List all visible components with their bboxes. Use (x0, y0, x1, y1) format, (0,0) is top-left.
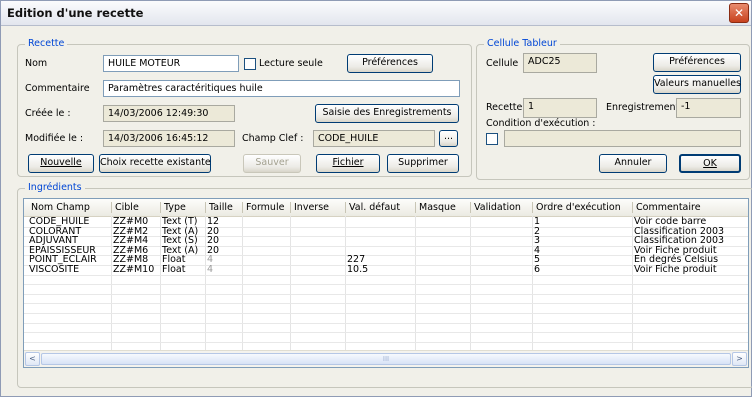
fichier-label: Fichier (332, 157, 364, 168)
modifiee-field: 14/03/2006 16:45:12 (103, 130, 235, 147)
column-separator[interactable] (242, 202, 243, 213)
creee-label: Créée le : (25, 108, 71, 119)
horizontal-scrollbar[interactable]: < III > (24, 350, 748, 367)
column-header-validation[interactable]: Validation (474, 202, 521, 213)
column-header-masque[interactable]: Masque (419, 202, 456, 213)
condition-checkbox[interactable] (486, 133, 498, 145)
nouvelle-label: Nouvelle (40, 157, 82, 168)
saisie-enregistrements-button[interactable]: Saisie des Enregistrements (315, 104, 459, 123)
scroll-right-button[interactable]: > (732, 352, 747, 366)
modifiee-label: Modifiée le : (25, 133, 84, 144)
ingredients-table[interactable]: Nom Champ Cible Type Taille Formule Inverse Va… (23, 198, 749, 368)
enregistrement-label: Enregistrement (606, 102, 680, 113)
champ-clef-label: Champ Clef : (242, 133, 304, 144)
column-header-nom-champ[interactable]: Nom Champ (31, 202, 90, 213)
ok-label: OK (703, 158, 717, 169)
cell-type[interactable]: Float (162, 265, 185, 275)
chevron-left-icon: < (29, 354, 36, 363)
scroll-left-button[interactable]: < (25, 352, 40, 366)
column-header-val-defaut[interactable]: Val. défaut (349, 202, 400, 213)
ingredients-legend: Ingrédients (25, 182, 85, 193)
cell-nom-champ[interactable]: VISCOSITE (29, 265, 79, 275)
column-header-inverse[interactable]: Inverse (294, 202, 329, 213)
fichier-button[interactable]: Fichier (316, 154, 380, 173)
choix-recette-button[interactable]: Choix recette existante (99, 154, 211, 173)
scroll-thumb[interactable]: III (41, 353, 731, 365)
cellule-recette-field: 1 (523, 98, 597, 118)
nouvelle-button[interactable]: Nouvelle (28, 154, 94, 173)
cell-cible[interactable]: ZZ#M10 (113, 265, 154, 275)
cellule-legend: Cellule Tableur (484, 38, 560, 49)
column-separator[interactable] (345, 202, 346, 213)
column-separator[interactable] (470, 202, 471, 213)
column-header-type[interactable]: Type (164, 202, 186, 213)
recipe-edit-window: Edition d'une recette ✕ Recette Nom HUIL… (0, 0, 752, 397)
nom-field[interactable]: HUILE MOTEUR (103, 55, 239, 72)
cellule-field: ADC25 (523, 53, 597, 73)
column-separator[interactable] (415, 202, 416, 213)
close-icon: ✕ (733, 6, 745, 20)
title-bar[interactable]: Edition d'une recette ✕ (1, 1, 751, 26)
nom-label: Nom (25, 58, 48, 69)
cellule-label: Cellule (486, 58, 519, 69)
saisie-label: Saisie des Enregistrements (322, 107, 452, 118)
column-separator[interactable] (160, 202, 161, 213)
column-header-formule[interactable]: Formule (246, 202, 284, 213)
condition-field (504, 130, 741, 147)
champ-clef-field: CODE_HUILE (313, 130, 435, 147)
supprimer-button[interactable]: Supprimer (387, 154, 459, 173)
column-separator[interactable] (632, 202, 633, 213)
cell-commentaire[interactable]: Voir Fiche produit (634, 265, 717, 275)
column-separator[interactable] (111, 202, 112, 213)
cellule-preferences-button[interactable]: Préférences (653, 53, 741, 72)
column-header-commentaire[interactable]: Commentaire (636, 202, 701, 213)
lecture-seule-label[interactable]: Lecture seule (259, 58, 323, 69)
column-header-taille[interactable]: Taille (209, 202, 233, 213)
sauver-button[interactable]: Sauver (243, 154, 301, 173)
commentaire-field[interactable]: Paramètres caractéritiques huile (103, 80, 460, 97)
cell-ordre[interactable]: 6 (534, 265, 540, 275)
cell-taille[interactable]: 4 (207, 265, 213, 275)
valeurs-manuelles-button[interactable]: Valeurs manuelles (653, 75, 741, 94)
creee-field: 14/03/2006 12:49:30 (103, 105, 235, 122)
enregistrement-field: -1 (676, 98, 741, 118)
champ-clef-browse-button[interactable]: ... (439, 130, 458, 147)
column-separator[interactable] (532, 202, 533, 213)
commentaire-label: Commentaire (25, 83, 90, 94)
ok-button[interactable]: OK (679, 154, 741, 173)
recette-legend: Recette (25, 38, 68, 49)
column-separator[interactable] (205, 202, 206, 213)
chevron-right-icon: > (736, 354, 743, 363)
close-button[interactable]: ✕ (729, 3, 749, 23)
lecture-seule-checkbox[interactable] (244, 58, 256, 70)
recette-preferences-button[interactable]: Préférences (347, 54, 433, 73)
annuler-button[interactable]: Annuler (599, 154, 667, 173)
column-header-cible[interactable]: Cible (115, 202, 139, 213)
column-header-ordre[interactable]: Ordre d'exécution (536, 202, 621, 213)
condition-label: Condition d'exécution : (486, 118, 596, 129)
table-header: Nom Champ Cible Type Taille Formule Inverse Va… (24, 199, 748, 217)
cell-val-defaut[interactable]: 10.5 (347, 265, 368, 275)
window-title: Edition d'une recette (7, 6, 144, 20)
cellule-recette-label: Recette (486, 102, 523, 113)
column-separator[interactable] (290, 202, 291, 213)
